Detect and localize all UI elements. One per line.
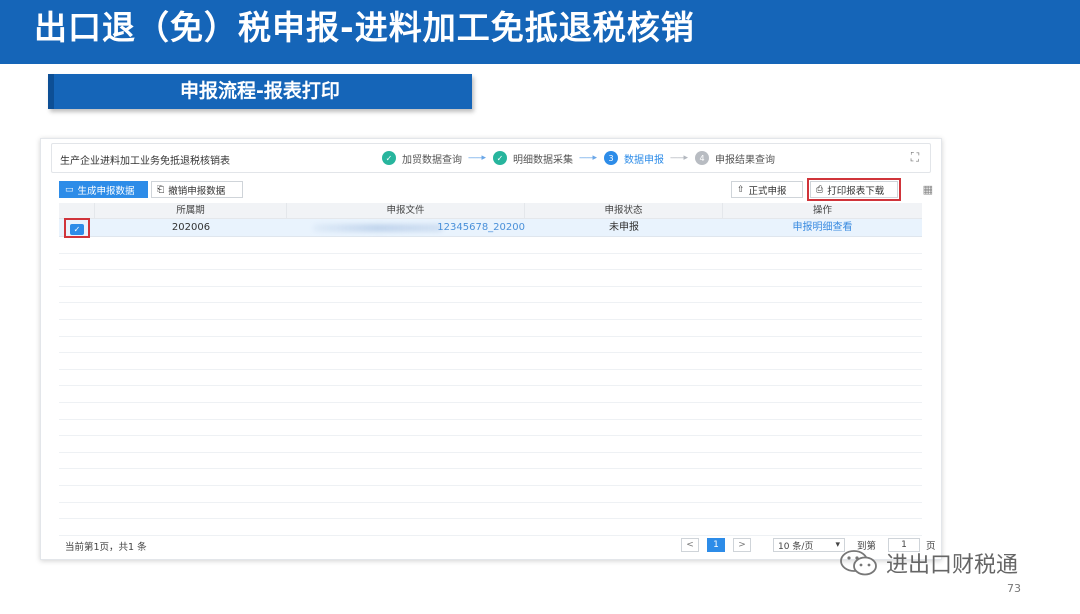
table-row[interactable]: ✓ 202006 12345678_20200 未申报 申报明细查看: [59, 218, 922, 238]
watermark-text: 进出口财税通: [886, 553, 1019, 578]
row-select-cell: ✓: [59, 218, 95, 238]
panel-title: 生产企业进料加工业务免抵退税核销表: [60, 156, 230, 167]
row-checkbox[interactable]: ✓: [70, 224, 84, 235]
section-banner: 申报流程-报表打印: [48, 74, 472, 109]
period-cell: 202006: [171, 222, 211, 233]
next-page-icon[interactable]: >: [733, 538, 751, 552]
step-2-label[interactable]: 明细数据采集: [513, 151, 573, 166]
page-number: 73: [1007, 582, 1021, 595]
redacted-file-prefix: [313, 224, 443, 232]
slide-title: 出口退（免）税申报-进料加工免抵退税核销: [34, 8, 695, 47]
generate-declaration-label: 生成申报数据: [77, 185, 135, 197]
page-size-value: 10 条/页: [778, 541, 814, 552]
step-arrow-icon: ------▸: [579, 153, 597, 163]
step-1-label[interactable]: 加贸数据查询: [402, 151, 462, 166]
step-arrow-icon: ------▸: [670, 153, 688, 163]
column-header-action: 操作: [812, 205, 832, 216]
step-2-check-icon: ✓: [493, 151, 508, 165]
chart-icon: ▭: [65, 184, 74, 195]
watermark: 进出口财税通: [838, 548, 1018, 578]
column-header-period: 所属期: [95, 203, 287, 219]
file-name[interactable]: 12345678_20200: [437, 219, 525, 237]
panel-header: 生产企业进料加工业务免抵退税核销表 ✓ 加贸数据查询 ------▸ ✓ 明细数…: [51, 143, 931, 173]
print-report-download-button[interactable]: ⎙ 打印报表下载: [807, 178, 901, 201]
empty-table-area: [59, 237, 922, 536]
pagination-summary: 当前第1页，共1 条: [65, 542, 147, 553]
step-indicator: ✓ 加贸数据查询 ------▸ ✓ 明细数据采集 ------▸ 3 数据申报…: [382, 149, 781, 167]
revoke-declaration-button[interactable]: ⎗ 撤销申报数据: [151, 181, 243, 198]
step-4-label[interactable]: 申报结果查询: [715, 151, 775, 166]
print-report-download-label: 打印报表下载: [827, 185, 885, 197]
prev-page-icon[interactable]: <: [681, 538, 699, 552]
status-cell: 未申报: [609, 222, 639, 233]
column-header-select: [59, 203, 95, 219]
toolbar: ▭ 生成申报数据 ⎗ 撤销申报数据 ⇧ 正式申报 ⎙ 打印报表下载 ▦: [59, 178, 933, 201]
page-button-current[interactable]: 1: [707, 538, 725, 552]
formal-declaration-label: 正式申报: [748, 185, 787, 197]
wechat-icon: [840, 550, 877, 576]
section-title: 申报流程-报表打印: [180, 80, 340, 102]
row-checkbox-highlight: ✓: [64, 218, 90, 238]
view-detail-link[interactable]: 申报明细查看: [723, 219, 922, 237]
printer-icon: ⎙: [816, 184, 824, 195]
formal-declaration-button[interactable]: ⇧ 正式申报: [731, 181, 803, 198]
table-header: 所属期 申报文件 申报状态 操作: [59, 203, 922, 219]
revoke-icon: ⎗: [157, 184, 165, 195]
step-3-number-icon: 3: [604, 151, 619, 165]
declaration-table: 所属期 申报文件 申报状态 操作 ✓ 202006 12345678_20200…: [59, 203, 922, 536]
slide: 出口退（免）税申报-进料加工免抵退税核销 申报流程-报表打印 生产企业进料加工业…: [0, 0, 1080, 614]
file-cell: 12345678_20200: [287, 219, 525, 237]
step-arrow-icon: ------▸: [468, 153, 486, 163]
title-bar: 出口退（免）税申报-进料加工免抵退税核销: [0, 0, 1080, 64]
upload-icon: ⇧: [737, 184, 745, 195]
page-size-select[interactable]: 10 条/页 ▾: [773, 538, 845, 552]
revoke-declaration-label: 撤销申报数据: [168, 185, 226, 197]
step-4-number-icon: 4: [695, 151, 710, 165]
step-3-label[interactable]: 数据申报: [624, 151, 664, 166]
column-header-file: 申报文件: [287, 203, 525, 219]
fullscreen-icon[interactable]: ⛶: [908, 150, 922, 164]
generate-declaration-button[interactable]: ▭ 生成申报数据: [59, 181, 148, 198]
column-header-status: 申报状态: [525, 203, 723, 219]
app-panel: 生产企业进料加工业务免抵退税核销表 ✓ 加贸数据查询 ------▸ ✓ 明细数…: [40, 138, 942, 560]
step-1-check-icon: ✓: [382, 151, 396, 165]
column-settings-icon[interactable]: ▦: [923, 183, 933, 196]
